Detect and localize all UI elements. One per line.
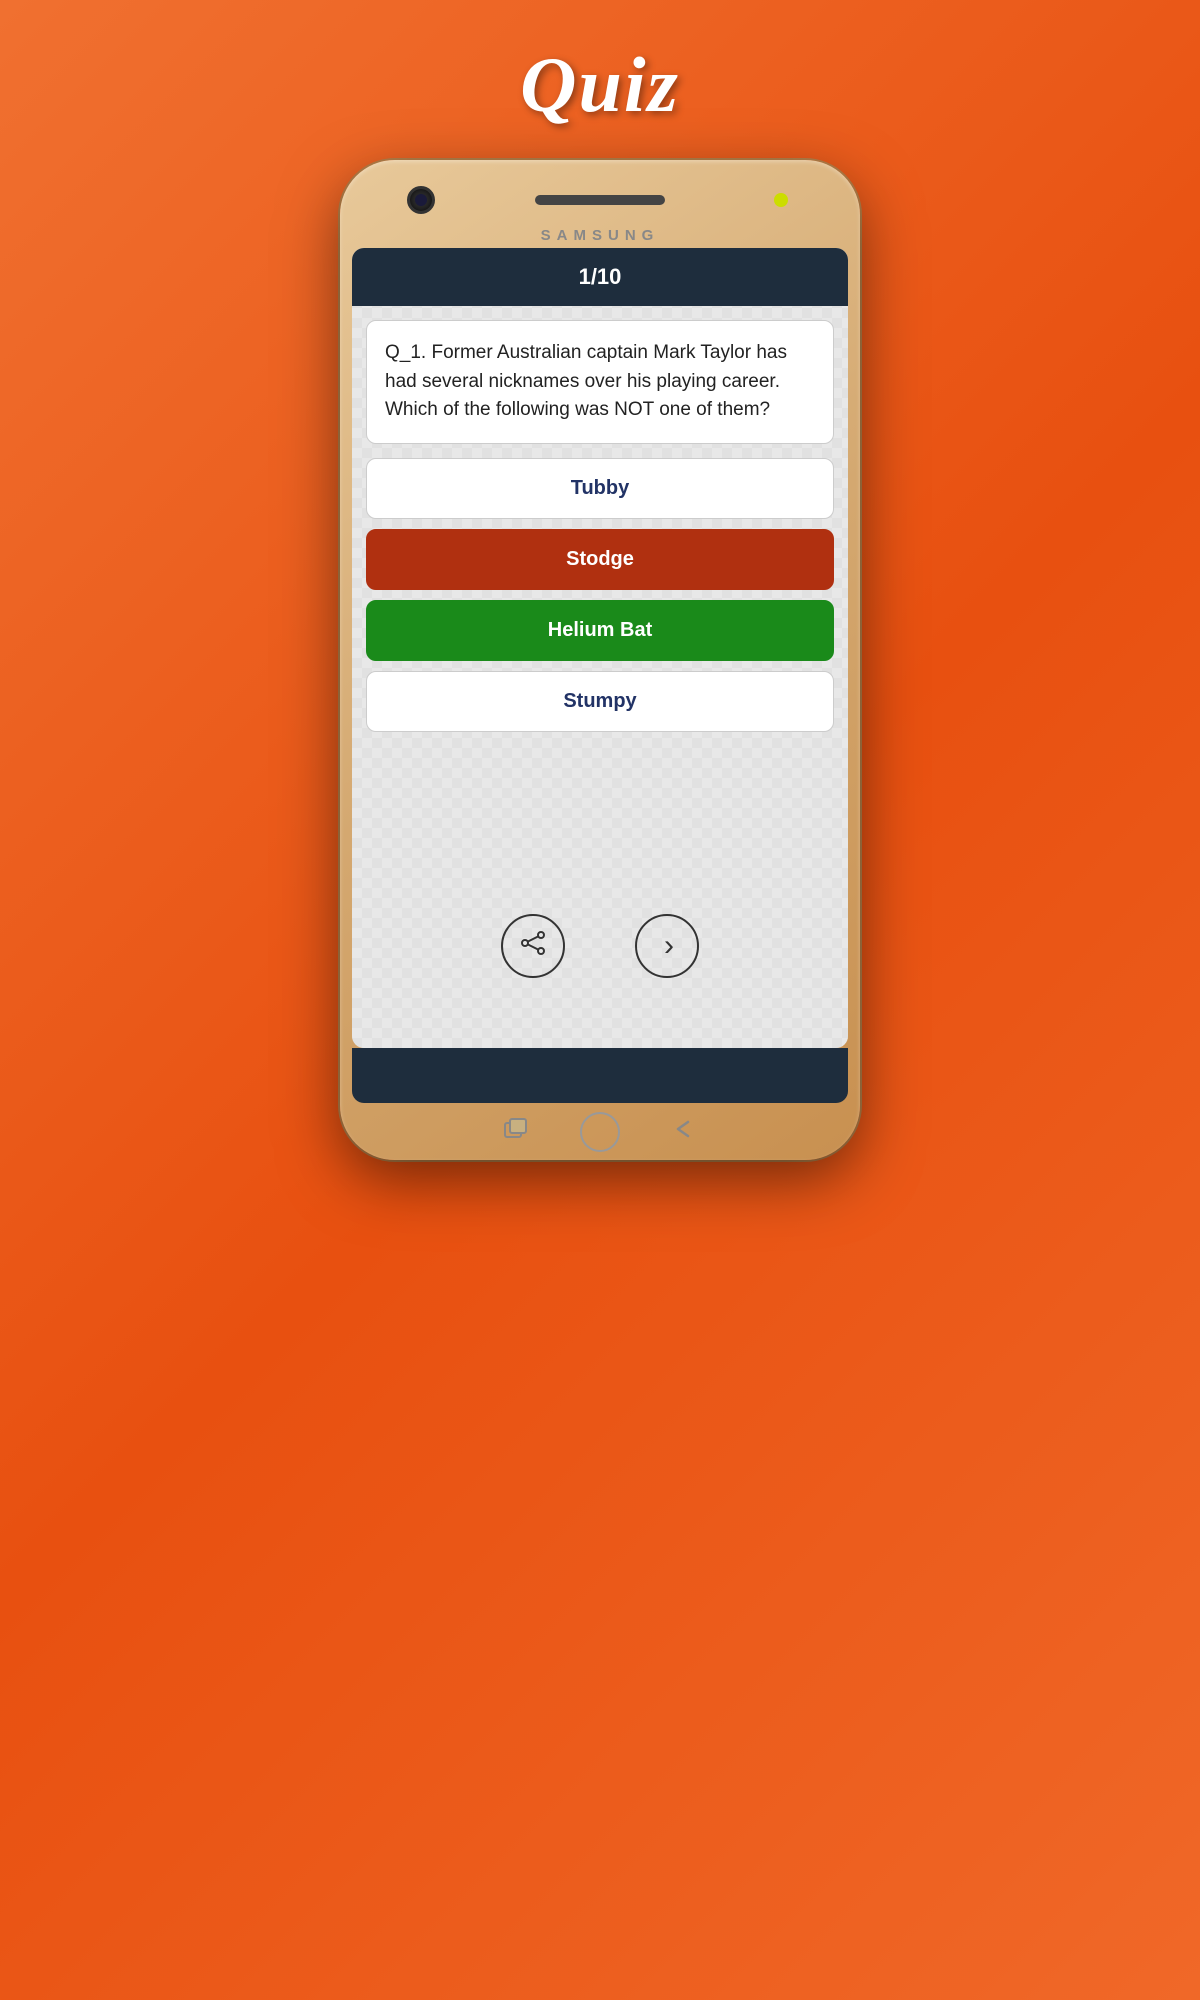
answer-option-tubby[interactable]: Tubby bbox=[366, 458, 834, 519]
hardware-nav-buttons bbox=[352, 1103, 848, 1153]
front-camera bbox=[407, 186, 435, 214]
quiz-title: Quiz bbox=[520, 40, 680, 130]
answer-option-helium-bat[interactable]: Helium Bat bbox=[366, 600, 834, 661]
answer-option-stumpy[interactable]: Stumpy bbox=[366, 671, 834, 732]
samsung-brand: SAMSUNG bbox=[352, 227, 848, 244]
phone-status-bar-bottom bbox=[352, 1048, 848, 1103]
screen-content: 1/10 Q_1. Former Australian captain Mark… bbox=[352, 248, 848, 1048]
recent-apps-button[interactable] bbox=[502, 1118, 530, 1146]
phone-top-bar bbox=[352, 172, 848, 227]
next-icon: › bbox=[664, 929, 674, 963]
share-button[interactable] bbox=[501, 914, 565, 978]
answer-option-stodge[interactable]: Stodge bbox=[366, 529, 834, 590]
phone-body: SAMSUNG 1/10 Q_1. Former Australian capt… bbox=[340, 160, 860, 1160]
progress-header: 1/10 bbox=[352, 248, 848, 306]
back-button[interactable] bbox=[670, 1118, 698, 1146]
home-button[interactable] bbox=[580, 1112, 620, 1152]
answer-options: Tubby Stodge Helium Bat Stumpy bbox=[352, 458, 848, 732]
question-card: Q_1. Former Australian captain Mark Tayl… bbox=[366, 320, 834, 444]
power-led bbox=[774, 193, 788, 207]
phone-device: SAMSUNG 1/10 Q_1. Former Australian capt… bbox=[340, 160, 860, 1160]
share-icon bbox=[519, 929, 547, 963]
bottom-navigation: › bbox=[352, 904, 848, 988]
earpiece-speaker bbox=[535, 195, 665, 205]
phone-screen: 1/10 Q_1. Former Australian captain Mark… bbox=[352, 248, 848, 1048]
next-button[interactable]: › bbox=[635, 914, 699, 978]
